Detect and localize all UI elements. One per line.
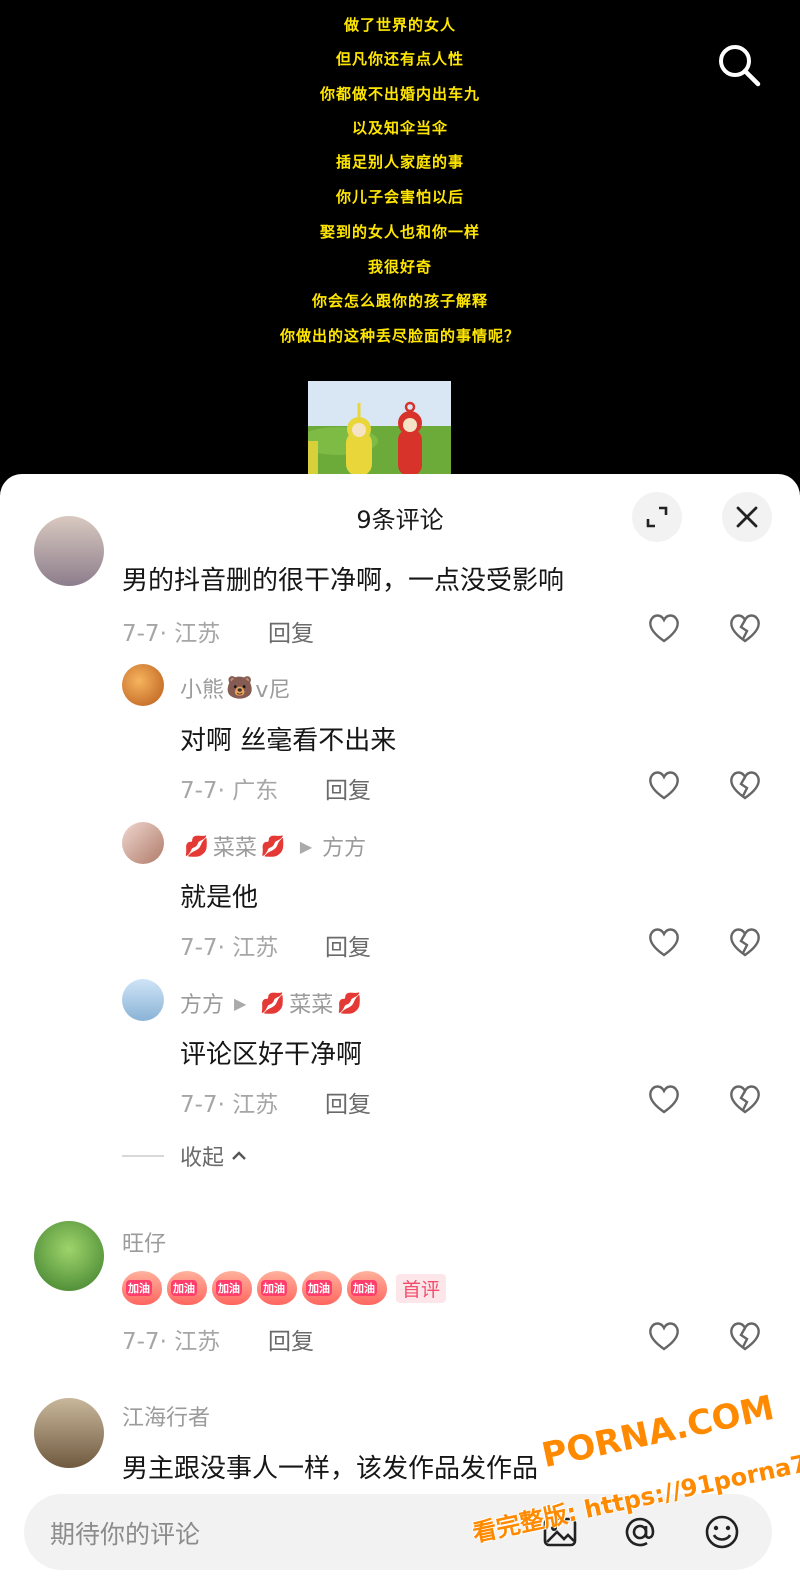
lips-emoji-icon: 💋 (184, 834, 209, 858)
broken-heart-icon[interactable] (727, 767, 763, 803)
cheer-sticker-icon: 加油 (122, 1271, 162, 1305)
close-icon (736, 506, 758, 528)
comment-text: 对啊 丝毫看不出来 (180, 726, 397, 756)
comment-text: 评论区好干净啊 (180, 1040, 363, 1070)
comment-meta: 7-7· 江苏 (122, 621, 221, 647)
heart-icon[interactable] (646, 1081, 682, 1117)
comment-meta: 7-7· 江苏 (180, 1092, 279, 1118)
broken-heart-icon[interactable] (727, 1081, 763, 1117)
reply-button[interactable]: 回复 (325, 928, 371, 962)
comment-text: 男的抖音删的很干净啊，一点没受影响 (122, 566, 565, 596)
username[interactable]: 💋 菜菜 💋 ▶ 方方 (180, 830, 366, 862)
video-thumbnail-teletubbies (308, 381, 451, 481)
avatar[interactable] (34, 516, 104, 586)
emoji-icon[interactable] (702, 1512, 742, 1552)
lyric-line: 你都做不出婚内出车九 (319, 85, 480, 103)
avatar[interactable] (34, 1221, 104, 1291)
collapse-replies-button[interactable]: 收起 (122, 1140, 248, 1172)
lips-emoji-icon: 💋 (260, 834, 286, 858)
comment-meta: 7-7· 广东 (180, 778, 279, 804)
username[interactable]: 方方 ▶ 💋 菜菜 💋 (180, 987, 366, 1019)
bear-emoji-icon: 🐻 (226, 675, 254, 701)
sticker-row: 加油 加油 加油 加油 加油 加油 首评 (122, 1271, 447, 1305)
video-area[interactable]: 做了世界的女人 但凡你还有点人性 你都做不出婚内出车九 以及知伞当伞 插足别人家… (0, 0, 800, 490)
lyric-line: 你会怎么跟你的孩子解释 (311, 292, 488, 310)
cheer-sticker-icon: 加油 (347, 1271, 387, 1305)
cheer-sticker-icon: 加油 (167, 1271, 207, 1305)
avatar[interactable] (122, 822, 164, 864)
reply-arrow-icon: ▶ (234, 993, 247, 1013)
lips-emoji-icon: 💋 (337, 991, 363, 1015)
heart-icon[interactable] (646, 610, 682, 646)
comment-meta: 7-7· 江苏 (180, 935, 279, 961)
avatar[interactable] (34, 1398, 104, 1468)
cheer-sticker-icon: 加油 (302, 1271, 342, 1305)
username[interactable]: 江海行者 (122, 1400, 210, 1432)
lyric-line: 你儿子会害怕以后 (335, 188, 464, 206)
close-button[interactable] (722, 492, 772, 542)
avatar[interactable] (122, 979, 164, 1021)
image-icon[interactable] (540, 1512, 580, 1552)
lyric-line: 但凡你还有点人性 (335, 50, 464, 68)
comment-meta: 7-7· 江苏 (122, 1329, 221, 1355)
lyric-line: 我很好奇 (367, 258, 432, 276)
search-icon[interactable] (714, 40, 764, 90)
lyric-line: 做了世界的女人 (343, 16, 456, 34)
lyric-line: 娶到的女人也和你一样 (319, 223, 480, 241)
avatar[interactable] (122, 664, 164, 706)
username[interactable]: 旺仔 (122, 1226, 166, 1258)
comment-text: 就是他 (180, 883, 259, 913)
username[interactable]: 小熊 🐻 v尼 (180, 672, 290, 704)
reply-button[interactable]: 回复 (325, 1085, 371, 1119)
heart-icon[interactable] (646, 767, 682, 803)
reply-button[interactable]: 回复 (268, 1322, 314, 1356)
first-comment-badge: 首评 (396, 1273, 447, 1303)
lips-emoji-icon: 💋 (260, 991, 286, 1015)
lyric-line: 你做出的这种丢尽脸面的事情呢？ (279, 327, 520, 345)
comment-input-bar: 期待你的评论 (0, 1486, 800, 1576)
expand-button[interactable] (632, 492, 682, 542)
broken-heart-icon[interactable] (727, 924, 763, 960)
comment-sheet: 9条评论 男的抖音删的很干净啊，一点没受影响 7-7· 江苏 回复 小熊 🐻 v尼 … (0, 474, 800, 1576)
reply-arrow-icon: ▶ (299, 836, 313, 856)
cheer-sticker-icon: 加油 (257, 1271, 297, 1305)
at-icon[interactable] (620, 1512, 660, 1552)
cheer-sticker-icon: 加油 (212, 1271, 252, 1305)
lyric-line: 插足别人家庭的事 (335, 153, 464, 171)
reply-button[interactable]: 回复 (268, 614, 314, 648)
heart-icon[interactable] (646, 1318, 682, 1354)
chevron-up-icon (232, 1151, 246, 1160)
broken-heart-icon[interactable] (727, 610, 763, 646)
reply-button[interactable]: 回复 (325, 771, 371, 805)
heart-icon[interactable] (646, 924, 682, 960)
comment-input-placeholder: 期待你的评论 (50, 1520, 201, 1549)
comment-text: 男主跟没事人一样，该发作品发作品 (122, 1454, 539, 1484)
lyric-line: 以及知伞当伞 (351, 119, 448, 137)
divider (122, 1155, 164, 1157)
broken-heart-icon[interactable] (727, 1318, 763, 1354)
comment-input[interactable]: 期待你的评论 (24, 1494, 772, 1570)
expand-icon (646, 506, 668, 528)
